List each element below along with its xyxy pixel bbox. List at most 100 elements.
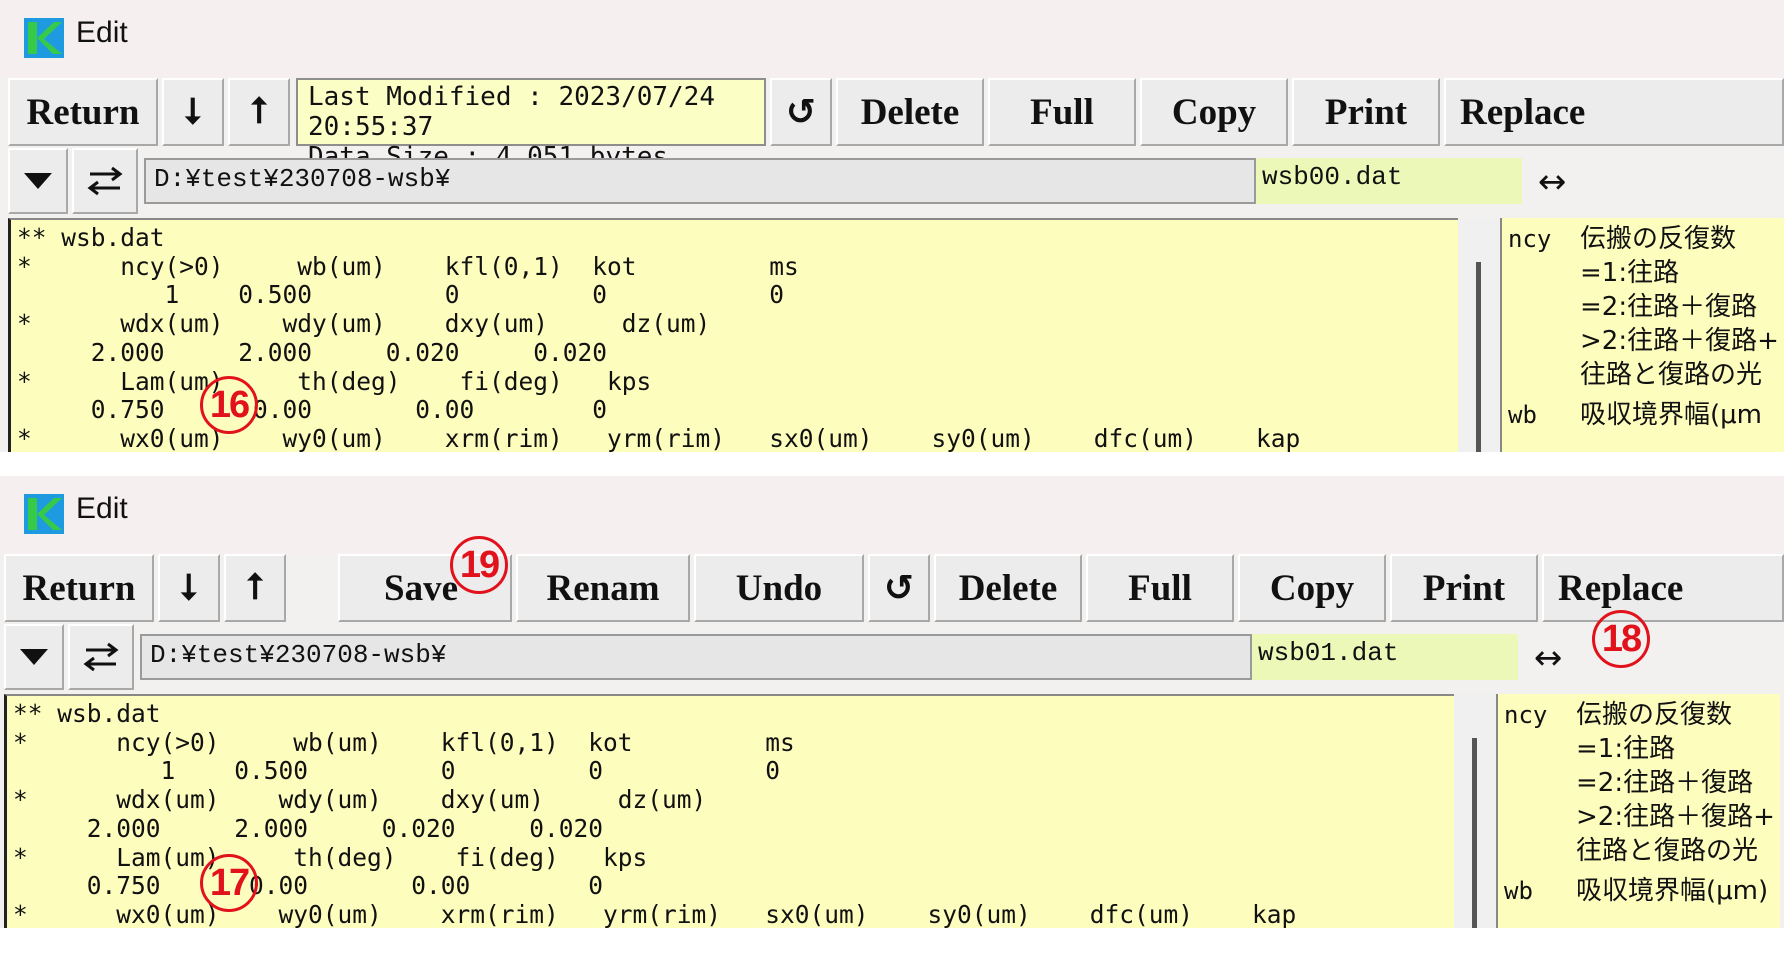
editor-line: 1 0.500 0 0 0 (13, 756, 781, 786)
help-text: >2:往路＋復路+ (1580, 326, 1779, 356)
file-info-panel: Last Modified : 2023/07/24 20:55:37 Data… (296, 78, 766, 202)
help-text: =1:往路 (1576, 734, 1676, 764)
help-text: 往路と復路の光 (1576, 836, 1759, 866)
arrow-down-icon: ⭣ (180, 567, 198, 608)
k-logo-icon (24, 18, 64, 58)
help-text: =1:往路 (1580, 258, 1680, 288)
help-row: wb 吸収境界幅(μm (1508, 394, 1763, 430)
swap-button[interactable] (68, 624, 134, 690)
toolbar: Return ⭣ ⭡ Last Modified : 2023/07/24 20… (0, 78, 1784, 202)
filename-field[interactable]: wsb01.dat (1252, 634, 1518, 680)
help-text: 吸収境界幅(μm) (1576, 876, 1769, 906)
help-row: >2:往路＋復路+ (1504, 796, 1775, 832)
edit-window-bottom: Edit Return ⭣ ⭡ Save Renam Undo ↺ Delete… (0, 476, 1784, 928)
annotation-marker-17: 17 (200, 854, 258, 912)
undo-button[interactable]: Undo (694, 554, 864, 622)
scrollbar-track[interactable] (1472, 738, 1477, 928)
replace-button[interactable]: Replace (1444, 78, 1784, 146)
arrow-down-icon: ⭣ (184, 91, 202, 132)
editor-line: * ncy(>0) wb(um) kfl(0,1) kot ms (17, 251, 799, 281)
path-row: D:¥test¥230708-wsb¥ wsb01.dat ↔ (0, 624, 1784, 692)
vertical-scrollbar[interactable] (1454, 694, 1496, 928)
help-key: wb (1504, 877, 1533, 905)
help-panel: ncy 伝搬の反復数 =1:往路 =2:往路＋復路 >2:往路＋復路+ 往路と復路… (1500, 218, 1784, 452)
editor-line: 2.000 2.000 0.020 0.020 (13, 813, 604, 843)
editor-line: 2.000 2.000 0.020 0.020 (17, 337, 608, 367)
editor-line: ** wsb.dat (17, 223, 165, 252)
full-button[interactable]: Full (988, 78, 1136, 146)
help-text: =2:往路＋復路 (1580, 292, 1758, 322)
full-button[interactable]: Full (1086, 554, 1234, 622)
help-row: >2:往路＋復路+ (1508, 320, 1779, 356)
help-row: =2:往路＋復路 (1504, 762, 1754, 798)
print-button[interactable]: Print (1390, 554, 1538, 622)
editor-line: * wdx(um) wdy(um) dxy(um) dz(um) (17, 309, 711, 339)
k-logo-icon (24, 494, 64, 534)
delete-button[interactable]: Delete (836, 78, 984, 146)
toolbar: Return ⭣ ⭡ Save Renam Undo ↺ Delete Full… (0, 554, 1784, 624)
help-key: ncy (1504, 701, 1548, 729)
editor-line: * Lam(um) th(deg) fi(deg) kps (17, 366, 652, 396)
copy-button[interactable]: Copy (1238, 554, 1386, 622)
help-text: 伝搬の反復数 (1580, 224, 1737, 254)
editor-line: * wdx(um) wdy(um) dxy(um) dz(um) (13, 785, 707, 815)
window-title: Edit (76, 16, 128, 49)
help-row: =1:往路 (1508, 252, 1680, 288)
caret-down-icon (24, 173, 52, 189)
swap-arrows-icon (83, 642, 119, 672)
title-bar: Edit (0, 0, 1784, 78)
help-text: 吸収境界幅(μm (1580, 400, 1763, 430)
path-field[interactable]: D:¥test¥230708-wsb¥ (144, 158, 1256, 204)
replace-button[interactable]: Replace (1542, 554, 1784, 622)
editor-line: 0.750 0.00 0.00 0 (13, 871, 604, 901)
scroll-up-button[interactable]: ⭡ (228, 78, 290, 146)
path-field[interactable]: D:¥test¥230708-wsb¥ (140, 634, 1252, 680)
reload-button[interactable]: ↺ (868, 554, 930, 622)
help-key: wb (1508, 401, 1537, 429)
vertical-scrollbar[interactable] (1458, 218, 1500, 452)
title-bar: Edit (0, 476, 1784, 554)
editor-line: 0.750 0.00 0.00 0 (17, 395, 608, 425)
dropdown-button[interactable] (4, 624, 64, 690)
reload-icon: ↺ (883, 567, 915, 609)
rename-button[interactable]: Renam (516, 554, 690, 622)
help-row: ncy 伝搬の反復数 (1504, 694, 1733, 730)
scroll-down-button[interactable]: ⭣ (162, 78, 224, 146)
help-row: wb 吸収境界幅(μm) (1504, 870, 1769, 906)
annotation-marker-19: 19 (450, 536, 508, 594)
copy-button[interactable]: Copy (1140, 78, 1288, 146)
help-text: =2:往路＋復路 (1576, 768, 1754, 798)
caret-down-icon (20, 649, 48, 665)
arrow-up-icon: ⭡ (246, 567, 264, 608)
window-title: Edit (76, 492, 128, 525)
scroll-down-button[interactable]: ⭣ (158, 554, 220, 622)
annotation-marker-16: 16 (200, 376, 258, 434)
editor-line: * ncy(>0) wb(um) kfl(0,1) kot ms (13, 727, 795, 757)
help-text: 伝搬の反復数 (1576, 700, 1733, 730)
scroll-up-button[interactable]: ⭡ (224, 554, 286, 622)
return-button[interactable]: Return (8, 78, 158, 146)
arrow-up-icon: ⭡ (250, 91, 268, 132)
swap-button[interactable] (72, 148, 138, 214)
help-text: 往路と復路の光 (1580, 360, 1763, 390)
scrollbar-track[interactable] (1476, 262, 1481, 452)
last-modified-text: Last Modified : 2023/07/24 20:55:37 (308, 82, 715, 142)
expand-horizontal-icon[interactable]: ↔ (1534, 638, 1563, 678)
help-panel: ncy 伝搬の反復数 =1:往路 =2:往路＋復路 >2:往路＋復路+ 往路と復路… (1496, 694, 1780, 928)
edit-window-top: Edit Return ⭣ ⭡ Last Modified : 2023/07/… (0, 0, 1784, 452)
filename-field[interactable]: wsb00.dat (1256, 158, 1522, 204)
annotation-marker-18: 18 (1592, 610, 1650, 668)
editor-line: * Lam(um) th(deg) fi(deg) kps (13, 842, 648, 872)
expand-horizontal-icon[interactable]: ↔ (1538, 162, 1567, 202)
path-row: D:¥test¥230708-wsb¥ wsb00.dat ↔ (0, 148, 1784, 216)
print-button[interactable]: Print (1292, 78, 1440, 146)
return-button[interactable]: Return (4, 554, 154, 622)
help-row: 往路と復路の光 (1504, 830, 1759, 866)
reload-button[interactable]: ↺ (770, 78, 832, 146)
help-row: 往路と復路の光 (1508, 354, 1763, 390)
editor-line: * wx0(um) wy0(um) xrm(rim) yrm(rim) sx0(… (17, 423, 1301, 452)
dropdown-button[interactable] (8, 148, 68, 214)
delete-button[interactable]: Delete (934, 554, 1082, 622)
swap-arrows-icon (87, 166, 123, 196)
help-row: =2:往路＋復路 (1508, 286, 1758, 322)
